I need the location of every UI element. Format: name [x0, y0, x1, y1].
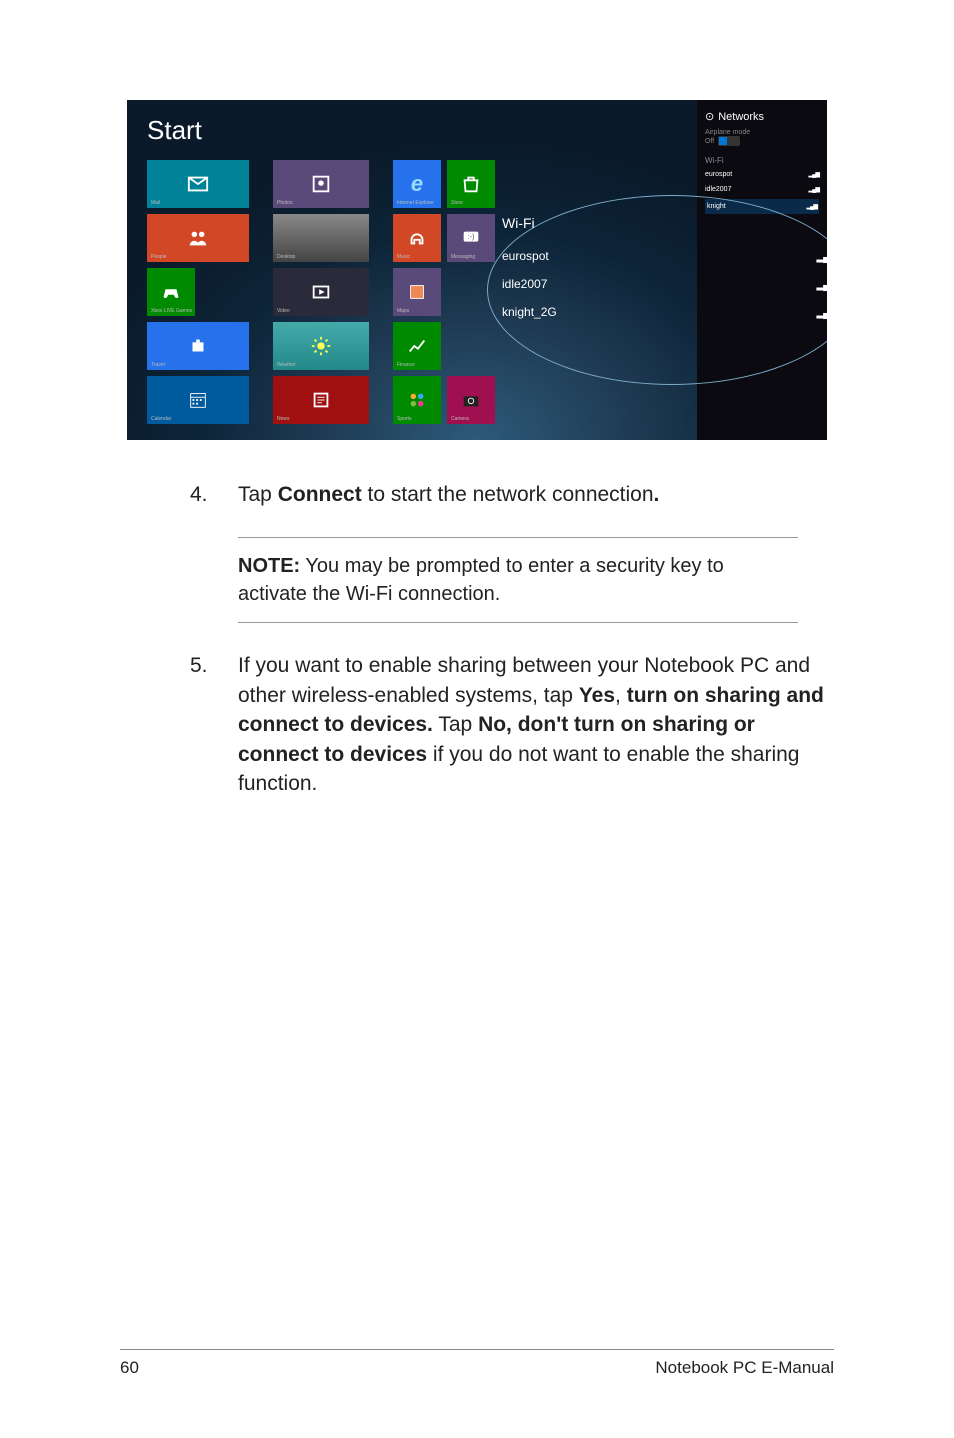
step-4: 4. Tap Connect to start the network conn…: [190, 480, 834, 509]
windows8-start-screenshot: Start Mail Photos eInternet Explorer Sto…: [127, 100, 827, 440]
wifi-section-label: Wi-Fi: [705, 156, 819, 165]
tile-video: Video: [273, 268, 369, 316]
store-icon: [460, 173, 482, 195]
play-icon: [310, 281, 332, 303]
finance-icon: [406, 335, 428, 357]
photo-icon: [310, 173, 332, 195]
step-text: Tap Connect to start the network connect…: [238, 480, 834, 509]
callout-network-item: idle2007: [502, 277, 827, 291]
airplane-toggle: [718, 136, 740, 146]
page-number: 60: [120, 1358, 139, 1378]
tile-music: Music: [393, 214, 441, 262]
footer-title: Notebook PC E-Manual: [655, 1358, 834, 1378]
mail-icon: [187, 173, 209, 195]
note-box: NOTE: You may be prompted to enter a sec…: [238, 537, 798, 623]
step-5: 5. If you want to enable sharing between…: [190, 651, 834, 798]
tile-people: People: [147, 214, 249, 262]
signal-icon: [816, 305, 827, 319]
tile-store: Store: [447, 160, 495, 208]
ie-icon: e: [411, 171, 423, 197]
note-label: NOTE:: [238, 555, 300, 577]
signal-icon: [807, 203, 817, 210]
start-label: Start: [147, 115, 202, 146]
tile-xbox: Xbox LIVE Games: [147, 268, 195, 316]
signal-icon: [816, 249, 827, 263]
callout-network-item: eurospot: [502, 249, 827, 263]
chat-icon: :-): [460, 227, 482, 249]
network-item: eurospot: [705, 169, 819, 180]
music-icon: [406, 227, 428, 249]
signal-icon: [816, 277, 827, 291]
calendar-icon: [187, 389, 209, 411]
note-text: You may be prompted to enter a security …: [238, 555, 724, 605]
travel-icon: [187, 335, 209, 357]
svg-text::-): :-): [468, 232, 475, 241]
tile-travel: Travel: [147, 322, 249, 370]
step-text: If you want to enable sharing between yo…: [238, 651, 834, 798]
tile-photos: Photos: [273, 160, 369, 208]
tile-messaging: :-)Messaging: [447, 214, 495, 262]
step-number: 4.: [190, 480, 238, 509]
tile-grid: Mail Photos eInternet Explorer Store Peo…: [147, 160, 495, 424]
callout-wifi-list: Wi-Fi eurospot idle2007 knight_2G: [502, 215, 827, 333]
tile-camera: Camera: [447, 376, 495, 424]
network-item: idle2007: [705, 184, 819, 195]
callout-title: Wi-Fi: [502, 215, 827, 231]
tile-mail: Mail: [147, 160, 249, 208]
tile-sports: Sports: [393, 376, 441, 424]
signal-icon: [809, 186, 819, 193]
news-icon: [310, 389, 332, 411]
signal-icon: [809, 171, 819, 178]
back-arrow-icon: ⊙: [705, 110, 714, 123]
page-footer: 60 Notebook PC E-Manual: [120, 1349, 834, 1378]
camera-icon: [460, 389, 482, 411]
people-icon: [187, 227, 209, 249]
tile-maps: Maps: [393, 268, 441, 316]
step-number: 5.: [190, 651, 238, 798]
callout-network-item: knight_2G: [502, 305, 827, 319]
tile-finance: Finance: [393, 322, 441, 370]
sun-icon: [310, 335, 332, 357]
gamepad-icon: [160, 281, 182, 303]
tile-ie: eInternet Explorer: [393, 160, 441, 208]
tile-news: News: [273, 376, 369, 424]
airplane-mode-row: Airplane mode Off: [705, 129, 819, 146]
tile-weather: Weather: [273, 322, 369, 370]
tile-desktop: Desktop: [273, 214, 369, 262]
map-icon: [406, 281, 428, 303]
tile-calendar: Calendar: [147, 376, 249, 424]
sports-icon: [406, 389, 428, 411]
networks-header: ⊙ Networks: [705, 110, 819, 123]
